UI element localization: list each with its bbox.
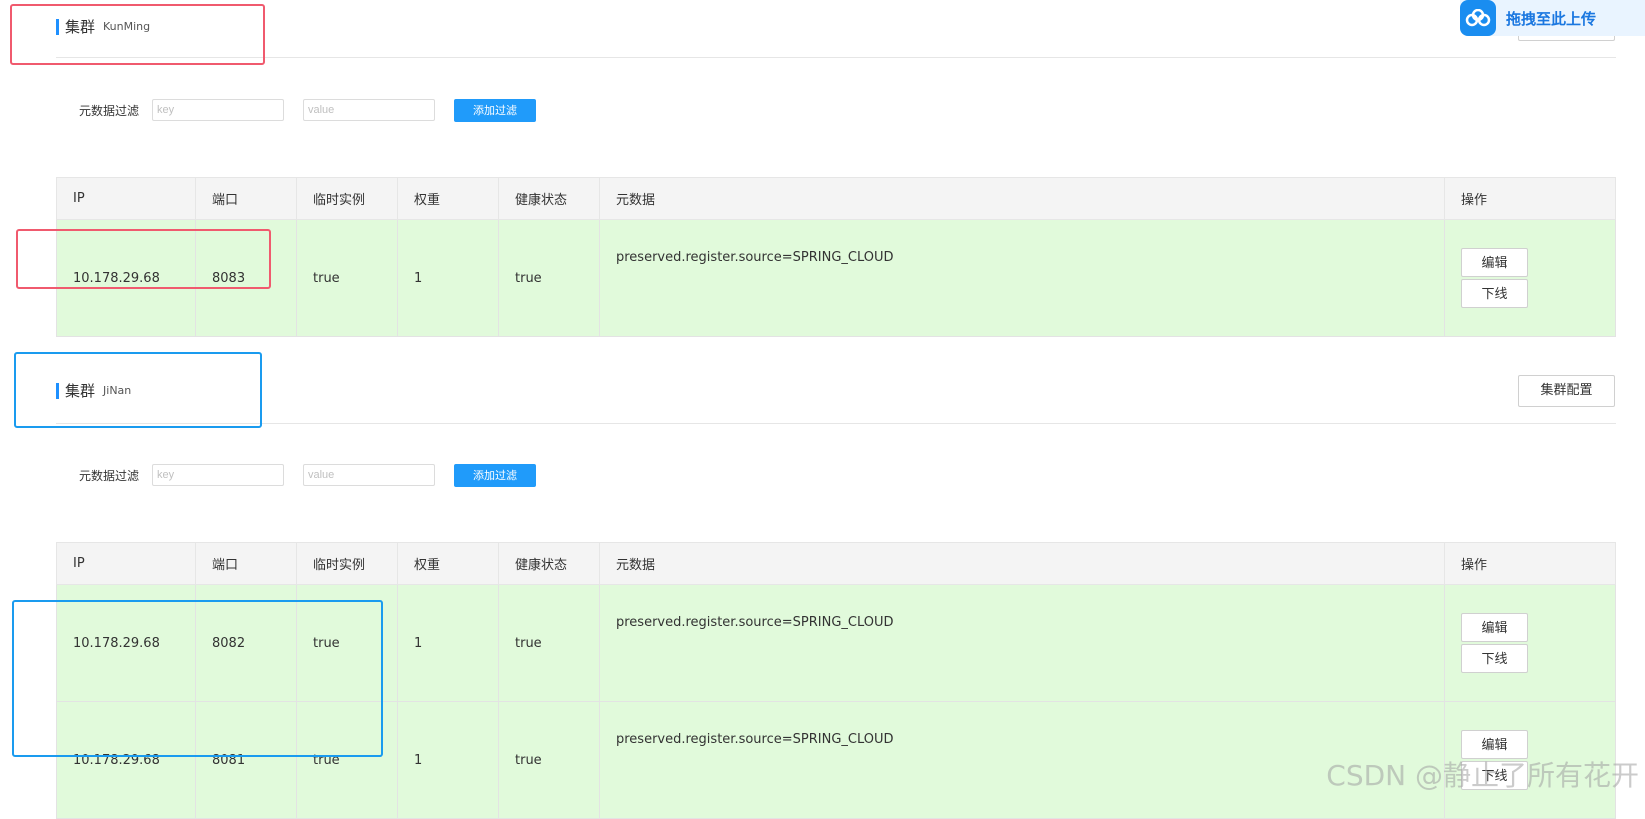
- filter-key-input[interactable]: [152, 464, 284, 486]
- header-ops: 操作: [1444, 177, 1616, 220]
- cell-ops: 编辑 下线: [1444, 219, 1616, 337]
- annotation-box-blue: [12, 600, 383, 757]
- cluster-config-button[interactable]: 集群配置: [1518, 375, 1615, 407]
- annotation-box-red: [16, 229, 271, 289]
- filter-value-input[interactable]: [303, 99, 435, 121]
- header-port: 端口: [195, 177, 297, 220]
- cell-ops: 编辑 下线: [1444, 584, 1616, 702]
- cell-healthy: true: [498, 584, 600, 702]
- filter-value-input[interactable]: [303, 464, 435, 486]
- cloud-icon: [1460, 0, 1496, 36]
- header-ephemeral: 临时实例: [296, 542, 398, 585]
- cell-weight: 1: [397, 219, 499, 337]
- offline-button[interactable]: 下线: [1461, 279, 1528, 308]
- cell-metadata: preserved.register.source=SPRING_CLOUD: [599, 701, 1445, 819]
- annotation-box-blue: [14, 352, 262, 428]
- watermark: CSDN @静止了所有花开: [1326, 759, 1639, 792]
- add-filter-button[interactable]: 添加过滤: [454, 464, 536, 487]
- table-row: 10.178.29.68 8083 true 1 true preserved.…: [56, 219, 1616, 337]
- annotation-box-red: [10, 4, 265, 65]
- add-filter-button[interactable]: 添加过滤: [454, 99, 536, 122]
- edit-button[interactable]: 编辑: [1461, 248, 1528, 277]
- header-ephemeral: 临时实例: [296, 177, 398, 220]
- header-healthy: 健康状态: [498, 542, 600, 585]
- cell-weight: 1: [397, 701, 499, 819]
- divider: [56, 423, 1616, 424]
- table-header-row: IP 端口 临时实例 权重 健康状态 元数据 操作: [56, 177, 1616, 220]
- header-healthy: 健康状态: [498, 177, 600, 220]
- upload-label: 拖拽至此上传: [1506, 9, 1597, 28]
- instance-table-kunming: IP 端口 临时实例 权重 健康状态 元数据 操作 10.178.29.68 8…: [56, 177, 1616, 337]
- header-ops: 操作: [1444, 542, 1616, 585]
- divider: [56, 57, 1616, 58]
- edit-button[interactable]: 编辑: [1461, 613, 1528, 642]
- header-ip: IP: [56, 177, 196, 220]
- drag-upload-widget[interactable]: 拖拽至此上传: [1460, 0, 1645, 36]
- header-port: 端口: [195, 542, 297, 585]
- header-metadata: 元数据: [599, 542, 1445, 585]
- cell-healthy: true: [498, 701, 600, 819]
- header-ip: IP: [56, 542, 196, 585]
- cell-healthy: true: [498, 219, 600, 337]
- header-metadata: 元数据: [599, 177, 1445, 220]
- offline-button[interactable]: 下线: [1461, 644, 1528, 673]
- filter-key-input[interactable]: [152, 99, 284, 121]
- cell-metadata: preserved.register.source=SPRING_CLOUD: [599, 219, 1445, 337]
- cell-metadata: preserved.register.source=SPRING_CLOUD: [599, 584, 1445, 702]
- table-header-row: IP 端口 临时实例 权重 健康状态 元数据 操作: [56, 542, 1616, 585]
- cell-ephemeral: true: [296, 219, 398, 337]
- header-weight: 权重: [397, 177, 499, 220]
- metadata-filter-label: 元数据过滤: [79, 469, 140, 483]
- metadata-filter-label: 元数据过滤: [79, 104, 140, 118]
- cell-weight: 1: [397, 584, 499, 702]
- header-weight: 权重: [397, 542, 499, 585]
